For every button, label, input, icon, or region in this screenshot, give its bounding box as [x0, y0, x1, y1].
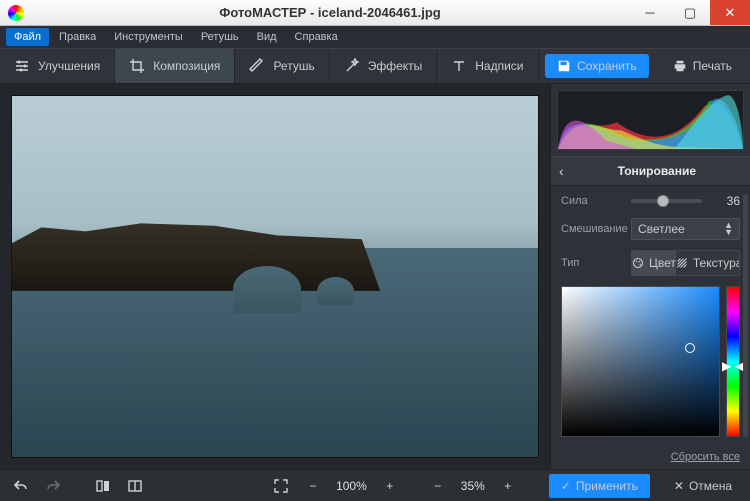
brush-icon — [249, 58, 265, 74]
split-icon — [127, 478, 143, 494]
zoom-in-100-button[interactable]: + — [377, 474, 403, 498]
sv-handle[interactable] — [685, 343, 695, 353]
strength-slider[interactable] — [631, 199, 702, 203]
photo-preview — [12, 96, 538, 457]
panel-title: Тонирование — [572, 164, 742, 178]
fit-icon — [273, 478, 289, 494]
minimize-button[interactable]: ─ — [630, 0, 670, 25]
close-button[interactable]: ✕ — [710, 0, 750, 25]
blend-value: Светлее — [638, 222, 685, 236]
cancel-label: Отмена — [689, 479, 732, 493]
zoom-out-button[interactable]: − — [425, 474, 451, 498]
type-color-button[interactable]: Цвет — [632, 251, 676, 275]
redo-icon — [45, 478, 61, 494]
reset-link[interactable]: Сбросить все — [551, 445, 750, 469]
type-label: Тип — [561, 257, 623, 269]
undo-button[interactable] — [8, 474, 34, 498]
tab-label: Улучшения — [38, 59, 100, 73]
before-after-button[interactable] — [122, 474, 148, 498]
save-icon — [557, 59, 571, 73]
palette-icon — [632, 257, 644, 269]
color-picker: ▶ ◀ — [561, 286, 740, 437]
print-icon — [673, 59, 687, 73]
menu-edit[interactable]: Правка — [51, 28, 104, 46]
histogram — [557, 90, 744, 150]
tab-enhance[interactable]: Улучшения — [0, 49, 115, 83]
strength-row: Сила 36 — [561, 194, 740, 208]
canvas-area[interactable] — [0, 84, 550, 469]
menu-retouch[interactable]: Ретушь — [193, 28, 247, 46]
print-button[interactable]: Печать — [661, 54, 744, 78]
hue-handle-left: ▶ — [722, 359, 731, 373]
strength-value: 36 — [710, 194, 740, 208]
strength-label: Сила — [561, 195, 623, 207]
right-panel: ‹ Тонирование Сила 36 Смешивание Светлее… — [550, 84, 750, 469]
compare-button[interactable] — [90, 474, 116, 498]
check-icon: ✓ — [561, 479, 571, 493]
redo-button[interactable] — [40, 474, 66, 498]
blend-row: Смешивание Светлее ▲▼ — [561, 218, 740, 240]
main-toolbar: Улучшения Композиция Ретушь Эффекты Надп… — [0, 48, 750, 84]
blend-label: Смешивание — [561, 223, 623, 235]
seg-label: Цвет — [649, 256, 676, 270]
statusbar: − 100% + − 35% + ✓ Применить ✕ Отмена — [0, 469, 750, 501]
zoom-value: 35% — [455, 479, 491, 493]
zoom-fit-value: 100% — [330, 479, 373, 493]
tab-label: Композиция — [153, 59, 220, 73]
menu-file[interactable]: Файл — [6, 28, 49, 46]
undo-icon — [13, 478, 29, 494]
hue-slider[interactable]: ▶ ◀ — [726, 286, 740, 437]
type-row: Тип Цвет Текстура — [561, 250, 740, 276]
window-title: ФотоМАСТЕР - iceland-2046461.jpg — [30, 5, 630, 20]
sliders-icon — [14, 58, 30, 74]
tab-label: Надписи — [475, 59, 523, 73]
zoom-out-100-button[interactable]: − — [300, 474, 326, 498]
print-label: Печать — [693, 59, 732, 73]
menubar: Файл Правка Инструменты Ретушь Вид Справ… — [0, 26, 750, 48]
tab-label: Ретушь — [273, 59, 314, 73]
x-icon: ✕ — [674, 479, 684, 493]
panel-header: ‹ Тонирование — [551, 156, 750, 186]
tab-composition[interactable]: Композиция — [115, 49, 235, 83]
tab-text[interactable]: Надписи — [437, 49, 538, 83]
tab-effects[interactable]: Эффекты — [330, 49, 438, 83]
cancel-button[interactable]: ✕ Отмена — [664, 474, 742, 498]
app-logo-icon — [8, 5, 24, 21]
apply-label: Применить — [576, 479, 638, 493]
tab-retouch[interactable]: Ретушь — [235, 49, 329, 83]
zoom-in-button[interactable]: + — [495, 474, 521, 498]
save-label: Сохранить — [577, 59, 637, 73]
text-icon — [451, 58, 467, 74]
panel-scrollbar[interactable] — [743, 194, 748, 437]
menu-view[interactable]: Вид — [249, 28, 285, 46]
save-button[interactable]: Сохранить — [545, 54, 649, 78]
wand-icon — [344, 58, 360, 74]
fit-screen-button[interactable] — [268, 474, 294, 498]
menu-tools[interactable]: Инструменты — [106, 28, 191, 46]
menu-help[interactable]: Справка — [287, 28, 346, 46]
crop-icon — [129, 58, 145, 74]
maximize-button[interactable]: ▢ — [670, 0, 710, 25]
sv-field[interactable] — [561, 286, 720, 437]
titlebar: ФотоМАСТЕР - iceland-2046461.jpg ─ ▢ ✕ — [0, 0, 750, 26]
type-texture-button[interactable]: Текстура — [676, 251, 740, 275]
compare-icon — [95, 478, 111, 494]
blend-select[interactable]: Светлее ▲▼ — [631, 218, 740, 240]
chevron-updown-icon: ▲▼ — [724, 222, 733, 236]
apply-button[interactable]: ✓ Применить — [549, 474, 650, 498]
back-button[interactable]: ‹ — [559, 163, 564, 179]
texture-icon — [676, 257, 688, 269]
tab-label: Эффекты — [368, 59, 423, 73]
seg-label: Текстура — [693, 256, 740, 270]
